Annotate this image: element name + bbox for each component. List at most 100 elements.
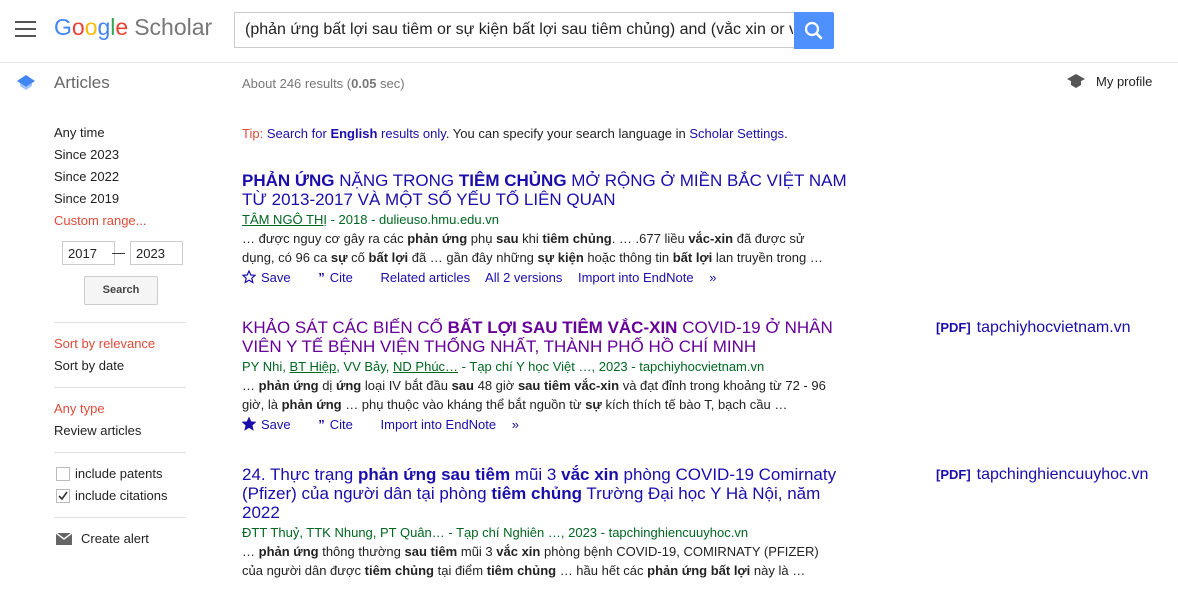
text-segment: cố (347, 250, 369, 265)
text-segment: kích thích tế bào T, bạch cầu … (601, 397, 788, 412)
include-patents-label: include patents (75, 466, 163, 481)
save-button[interactable]: Save (241, 269, 303, 285)
result-authors: PY Nhi, BT Hiệp, VV Bảy, ND Phúc… - Tạp … (242, 358, 862, 375)
google-scholar-logo[interactable]: Google Scholar (54, 14, 212, 41)
related-articles-link[interactable]: Related articles (381, 270, 471, 285)
result-title-link[interactable]: PHẢN ỨNG NẶNG TRONG TIÊM CHỦNG MỞ RỘNG Ở… (242, 171, 862, 209)
tip-label: Tip: (242, 126, 264, 141)
result-time: 0.05 (351, 76, 377, 91)
filter-custom-range[interactable]: Custom range... (54, 213, 186, 235)
result-snippet: … được nguy cơ gây ra các phản ứng phụ s… (242, 229, 832, 267)
tip-english: English (330, 126, 378, 141)
text-segment: tại điểm (433, 563, 487, 578)
text-segment: … phụ thuộc vào kháng thể bắt nguồn từ (341, 397, 586, 412)
result-snippet: … phản ứng thông thường sau tiêm mũi 3 v… (242, 542, 832, 580)
text-segment: … hầu hết các (556, 563, 648, 578)
top-bar: Google Scholar (0, 0, 1178, 62)
result-title-link[interactable]: KHẢO SÁT CÁC BIẾN CỐ BẤT LỢI SAU TIÊM VẮ… (242, 318, 862, 356)
year-from-input[interactable] (62, 241, 115, 265)
search-input[interactable] (235, 13, 793, 47)
section-label: Articles (54, 73, 110, 92)
save-button[interactable]: Save (241, 416, 303, 432)
sidebar-divider (54, 322, 186, 323)
author-e: - Tạp chí Y học Việt …, 2023 - tapchiyho… (458, 359, 765, 374)
text-segment: khi (518, 231, 543, 246)
pdf-link[interactable]: [PDF] tapchinghiencuuyhoc.vn (936, 466, 1148, 484)
search-icon (804, 21, 823, 40)
highlighted-term: phản ứng sau tiêm (357, 465, 511, 484)
highlighted-term: ứng (335, 378, 362, 393)
text-segment: đã … gần đây những (408, 250, 538, 265)
cite-label: Cite (329, 270, 353, 285)
result-authors: TÂM NGÔ THỊ - 2018 - dulieuso.hmu.edu.vn (242, 211, 862, 228)
more-chevron-icon[interactable]: » (512, 417, 519, 432)
star-icon (241, 269, 257, 284)
more-chevron-icon[interactable]: » (709, 270, 716, 285)
include-citations-label: include citations (75, 488, 168, 503)
highlighted-term: sau (496, 231, 519, 246)
year-dash: — (112, 245, 125, 260)
result-title-link[interactable]: 24. Thực trạng phản ứng sau tiêm mũi 3 v… (242, 465, 862, 522)
cite-button[interactable]: ” Cite (318, 270, 365, 285)
author-link[interactable]: BT Hiệp (289, 359, 336, 374)
text-segment: NẶNG TRONG (334, 171, 459, 190)
create-alert-link[interactable]: Create alert (55, 531, 149, 546)
author-link[interactable]: TÂM NGÔ THỊ (242, 212, 327, 227)
year-to-input[interactable] (130, 241, 183, 265)
author-link[interactable]: ND Phúc… (393, 359, 458, 374)
filter-since-2022[interactable]: Since 2022 (54, 169, 186, 191)
highlighted-term: sự kiện (537, 250, 584, 265)
text-segment: dị (318, 378, 336, 393)
text-segment: . … .677 liều (611, 231, 689, 246)
author-c: , VV Bảy, (336, 359, 394, 374)
pdf-link[interactable]: [PDF] tapchiyhocvietnam.vn (936, 319, 1131, 337)
import-endnote-link[interactable]: Import into EndNote (381, 417, 497, 432)
result-actions: Save ” Cite Related articles All 2 versio… (241, 268, 862, 288)
result-prefix: About 246 results ( (242, 76, 352, 91)
result-snippet: … phản ứng dị ứng loại IV bắt đầu sau 48… (242, 376, 832, 414)
highlighted-term: tiêm chủng (491, 484, 583, 503)
filter-since-2019[interactable]: Since 2019 (54, 191, 186, 213)
text-segment: hoặc thông tin (583, 250, 673, 265)
tip-end: . (784, 126, 788, 141)
sort-date[interactable]: Sort by date (54, 358, 186, 380)
type-filters: Any type Review articles (54, 401, 186, 445)
scholar-cap-icon (17, 75, 35, 90)
text-segment: lan truyền trong … (712, 250, 823, 265)
filter-since-2023[interactable]: Since 2023 (54, 147, 186, 169)
highlighted-term: phản ứng (258, 378, 319, 393)
include-patents-checkbox[interactable]: include patents (56, 466, 162, 482)
highlighted-term: vắc-xin (688, 231, 734, 246)
author-a: PY Nhi, (242, 359, 290, 374)
sort-relevance[interactable]: Sort by relevance (54, 336, 186, 358)
filter-any-time[interactable]: Any time (54, 125, 186, 147)
pdf-tag: [PDF] (936, 320, 971, 335)
scholar-settings-link[interactable]: Scholar Settings (689, 126, 784, 141)
search-button[interactable] (794, 12, 834, 49)
cite-button[interactable]: ” Cite (318, 417, 365, 432)
highlighted-term: bất lợi (368, 250, 409, 265)
menu-icon[interactable] (15, 21, 36, 37)
all-versions-link[interactable]: All 2 versions (485, 270, 562, 285)
quote-icon: ” (318, 417, 325, 432)
import-endnote-link[interactable]: Import into EndNote (578, 270, 694, 285)
search-box (234, 12, 794, 48)
include-citations-checkbox[interactable]: include citations (56, 488, 168, 504)
my-profile-link[interactable]: My profile (1066, 73, 1152, 92)
highlighted-term: PHẢN ỨNG (242, 171, 335, 190)
highlighted-term: tiêm chủng (364, 563, 434, 578)
text-segment: 48 giờ (473, 378, 518, 393)
pdf-source: tapchiyhocvietnam.vn (976, 319, 1131, 336)
tip-middle: . You can specify your search language i… (445, 126, 686, 141)
type-review[interactable]: Review articles (54, 423, 186, 445)
checkbox-unchecked (56, 466, 70, 481)
create-alert-label: Create alert (81, 531, 149, 546)
type-any[interactable]: Any type (54, 401, 186, 423)
year-search-button[interactable]: Search (84, 276, 158, 305)
language-tip: Tip: Search for English results only. Yo… (242, 126, 788, 141)
highlighted-term: phản ứng bất lợi (647, 563, 751, 578)
text-segment: 24. Thực trạng (242, 465, 358, 484)
search-english-link[interactable]: Search for English results only (267, 126, 446, 141)
logo-letter: g (97, 14, 111, 40)
tip-search-for: Search for (266, 126, 327, 141)
